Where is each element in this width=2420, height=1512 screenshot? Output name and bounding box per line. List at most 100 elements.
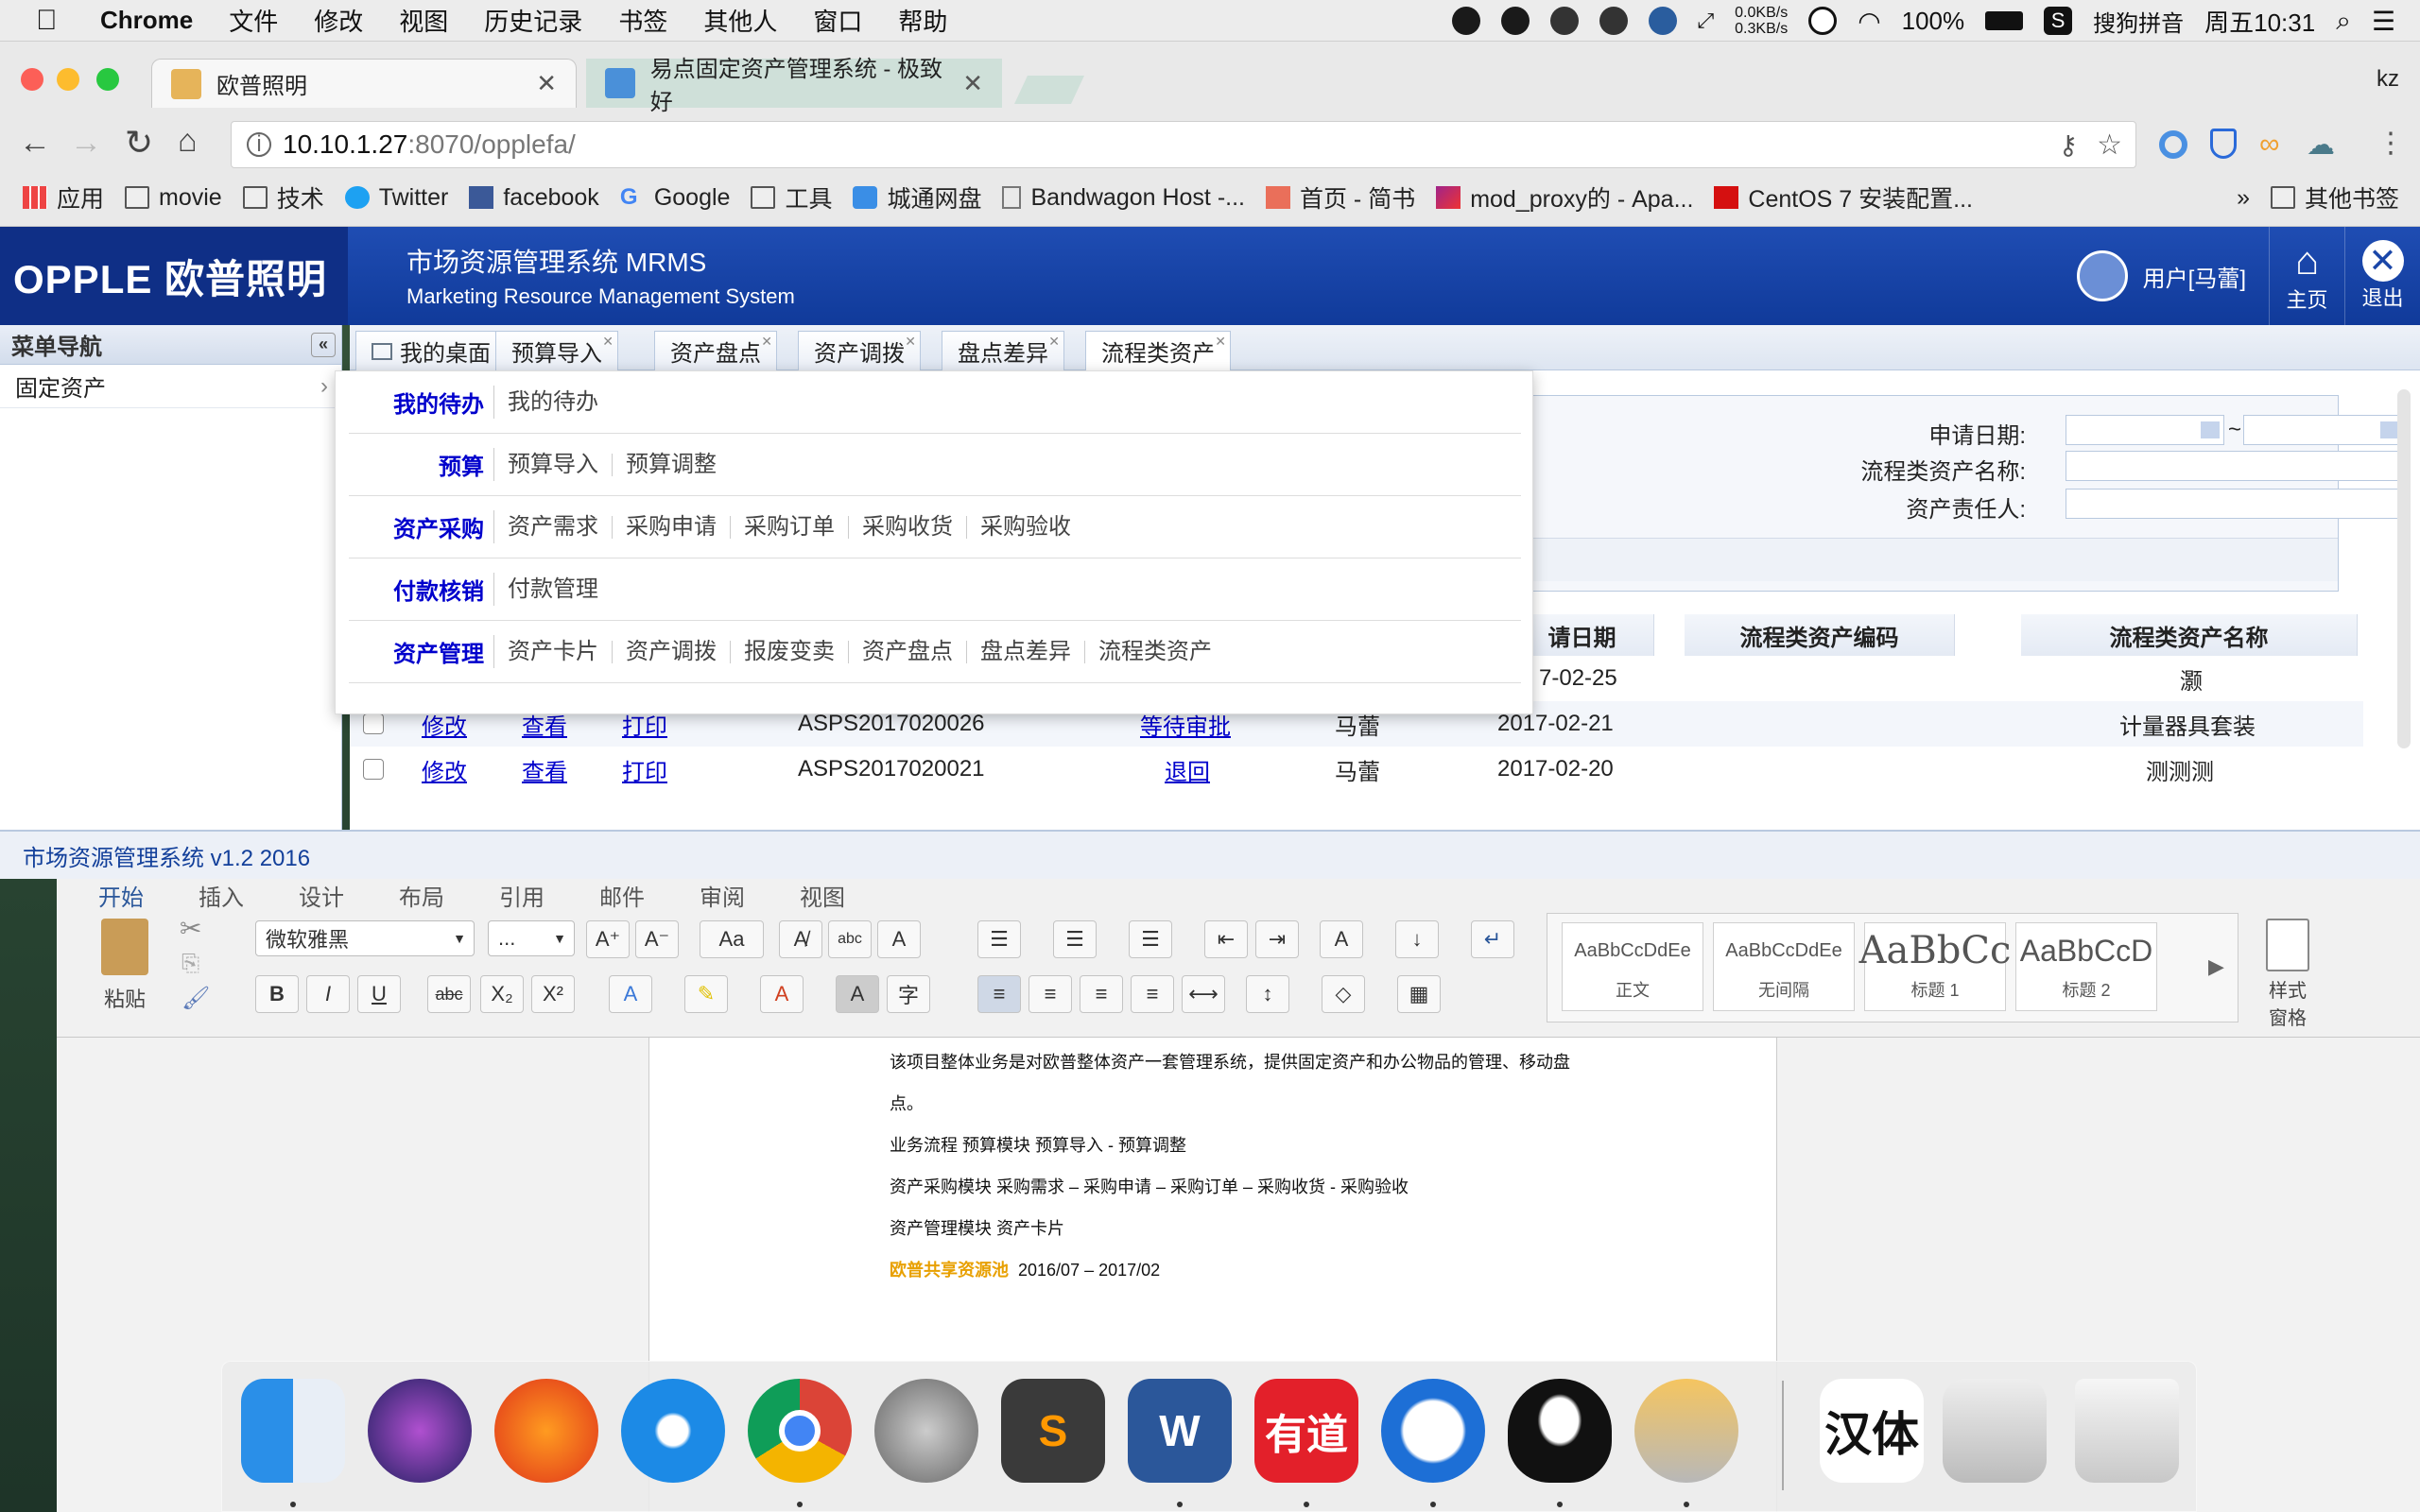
close-tab-icon[interactable]: ✕ xyxy=(1048,334,1060,350)
menu-view[interactable]: 视图 xyxy=(399,3,448,38)
menu-item-purchase-receipt[interactable]: 采购收货 xyxy=(849,515,967,539)
reload-icon[interactable]: ↻ xyxy=(125,123,153,163)
style-heading-2[interactable]: AaBbCcD 标题 2 xyxy=(2015,922,2157,1011)
char-border-icon[interactable]: A xyxy=(877,920,921,958)
close-tab-icon[interactable]: ✕ xyxy=(602,334,614,350)
asian-layout-icon[interactable]: A xyxy=(1320,920,1363,958)
bullets-icon[interactable]: ☰ xyxy=(977,920,1021,958)
menu-people[interactable]: 其他人 xyxy=(703,3,777,38)
distribute-icon[interactable]: ⟷ xyxy=(1182,975,1225,1013)
ribbon-tab-mailings[interactable]: 邮件 xyxy=(599,879,645,912)
asset-owner-input[interactable] xyxy=(2066,489,2404,519)
tab-budget-import[interactable]: 预算导入 ✕ xyxy=(495,331,618,370)
screenshot-thumbnail-icon[interactable] xyxy=(1943,1379,2047,1483)
paste-button[interactable]: 粘贴 xyxy=(85,919,164,1022)
forward-icon[interactable]: → xyxy=(70,125,102,162)
bold-icon[interactable]: B xyxy=(255,975,299,1013)
chrome-menu-icon[interactable]: ⋮ xyxy=(2377,127,2405,160)
align-center-icon[interactable]: ≡ xyxy=(1028,975,1072,1013)
menu-bookmarks[interactable]: 书签 xyxy=(618,3,667,38)
close-tab-icon[interactable]: ✕ xyxy=(1215,334,1226,350)
clear-format-icon[interactable]: A̸ xyxy=(779,920,822,958)
firefox-icon[interactable] xyxy=(494,1379,598,1483)
home-icon[interactable]: ⌂ xyxy=(178,123,198,160)
print-link[interactable]: 打印 xyxy=(622,747,667,792)
font-color-icon[interactable]: A xyxy=(760,975,804,1013)
style-normal[interactable]: AaBbCcDdEe 正文 xyxy=(1562,922,1703,1011)
menu-edit[interactable]: 修改 xyxy=(314,3,363,38)
bookmark-ctfile[interactable]: 城通网盘 xyxy=(853,180,981,215)
menu-item-my-todo[interactable]: 我的待办 xyxy=(494,390,612,414)
close-tab-icon[interactable]: ✕ xyxy=(536,69,557,98)
menu-item-purchase-acceptance[interactable]: 采购验收 xyxy=(967,515,1084,539)
bookmark-jianshu[interactable]: 首页 - 简书 xyxy=(1265,180,1415,215)
menu-item-payment-mgmt[interactable]: 付款管理 xyxy=(494,577,612,601)
subscript-icon[interactable]: X₂ xyxy=(480,975,524,1013)
arrows-status-icon[interactable]: ⤢ xyxy=(1698,9,1715,33)
content-scrollbar[interactable] xyxy=(2397,389,2411,748)
sogou-icon[interactable]: S xyxy=(2044,7,2073,35)
gallery-more-icon[interactable]: ▶ xyxy=(2208,954,2224,979)
styles-pane-button[interactable]: 样式 窗格 xyxy=(2250,919,2325,1030)
char-shading-icon[interactable]: A xyxy=(836,975,879,1013)
ribbon-tab-insert[interactable]: 插入 xyxy=(199,879,244,912)
shading-icon[interactable]: ◇ xyxy=(1322,975,1365,1013)
highlight-icon[interactable]: ✎ xyxy=(684,975,728,1013)
close-tab-icon[interactable]: ✕ xyxy=(761,334,772,350)
style-heading-1[interactable]: AaBbCc 标题 1 xyxy=(1859,922,2011,1011)
menu-item-asset-transfer[interactable]: 资产调拨 xyxy=(613,640,731,663)
address-bar[interactable]: i 10.10.1.27:8070/opplefa/ ⚷ ☆ xyxy=(231,121,2136,168)
menu-help[interactable]: 帮助 xyxy=(898,3,947,38)
menu-item-asset-inventory[interactable]: 资产盘点 xyxy=(849,640,967,663)
wifi-icon[interactable]: ◠ xyxy=(1858,6,1880,37)
shrink-font-icon[interactable]: A⁻ xyxy=(635,920,679,958)
calendar-icon[interactable] xyxy=(2380,421,2399,438)
mail-status-icon[interactable] xyxy=(1500,7,1530,35)
bookmarks-overflow[interactable]: » xyxy=(2237,184,2250,212)
info-icon[interactable]: i xyxy=(247,131,271,157)
decrease-indent-icon[interactable]: ⇤ xyxy=(1204,920,1248,958)
menu-item-scrap-sale[interactable]: 报废变卖 xyxy=(731,640,849,663)
ribbon-tab-layout[interactable]: 布局 xyxy=(399,879,444,912)
font-name-select[interactable]: 微软雅黑 ▼ xyxy=(255,920,475,956)
menu-history[interactable]: 历史记录 xyxy=(484,3,582,38)
ribbon-tab-references[interactable]: 引用 xyxy=(499,879,544,912)
change-case-icon[interactable]: Aa xyxy=(700,920,764,958)
siri-icon[interactable] xyxy=(368,1379,472,1483)
bookmark-twitter[interactable]: Twitter xyxy=(344,184,448,212)
youdao-icon[interactable]: 有道 xyxy=(1254,1379,1358,1483)
increase-indent-icon[interactable]: ⇥ xyxy=(1255,920,1299,958)
phonetic-icon[interactable]: abc xyxy=(828,920,872,958)
asset-name-input[interactable] xyxy=(2066,451,2404,481)
bookmark-facebook[interactable]: facebook xyxy=(469,184,599,212)
cut-icon[interactable]: ✂ xyxy=(180,913,201,944)
date-from-input[interactable] xyxy=(2066,415,2224,445)
menu-item-asset-demand[interactable]: 资产需求 xyxy=(494,515,613,539)
trash-icon[interactable] xyxy=(2075,1379,2179,1483)
extension-infinity-icon[interactable]: ∞ xyxy=(2259,129,2279,161)
menu-item-purchase-order[interactable]: 采购订单 xyxy=(731,515,849,539)
notification-center-icon[interactable]: ☰ xyxy=(2372,6,2395,37)
row-checkbox[interactable] xyxy=(363,759,384,780)
bookmark-other[interactable]: 其他书签 xyxy=(2270,180,2399,215)
qq-icon[interactable] xyxy=(1508,1379,1612,1483)
row-checkbox[interactable] xyxy=(363,713,384,734)
enclose-char-icon[interactable]: 字 xyxy=(887,975,930,1013)
view-link[interactable]: 查看 xyxy=(522,747,567,792)
copy-icon[interactable]: ⎘ xyxy=(182,951,199,977)
ribbon-tab-home[interactable]: 开始 xyxy=(98,879,144,912)
bookmark-mod-proxy[interactable]: mod_proxy的 - Apa... xyxy=(1436,180,1693,215)
collapse-nav-button[interactable]: « xyxy=(311,332,336,357)
col-header-code[interactable]: 流程类资产编码 xyxy=(1685,614,1955,656)
bookmark-apps[interactable]: 应用 xyxy=(23,180,104,215)
menu-app-name[interactable]: Chrome xyxy=(100,6,193,35)
ribbon-tab-review[interactable]: 审阅 xyxy=(700,879,745,912)
justify-icon[interactable]: ≡ xyxy=(1131,975,1174,1013)
extension-shield-icon[interactable] xyxy=(2210,129,2237,159)
bookmark-tools[interactable]: 工具 xyxy=(751,180,832,215)
text-effects-icon[interactable]: A xyxy=(609,975,652,1013)
strikethrough-icon[interactable]: abc xyxy=(427,975,471,1013)
align-left-icon[interactable]: ≡ xyxy=(977,975,1021,1013)
tab-asset-inventory[interactable]: 资产盘点 ✕ xyxy=(654,331,777,370)
tab-my-desktop[interactable]: 我的桌面 xyxy=(355,331,507,370)
